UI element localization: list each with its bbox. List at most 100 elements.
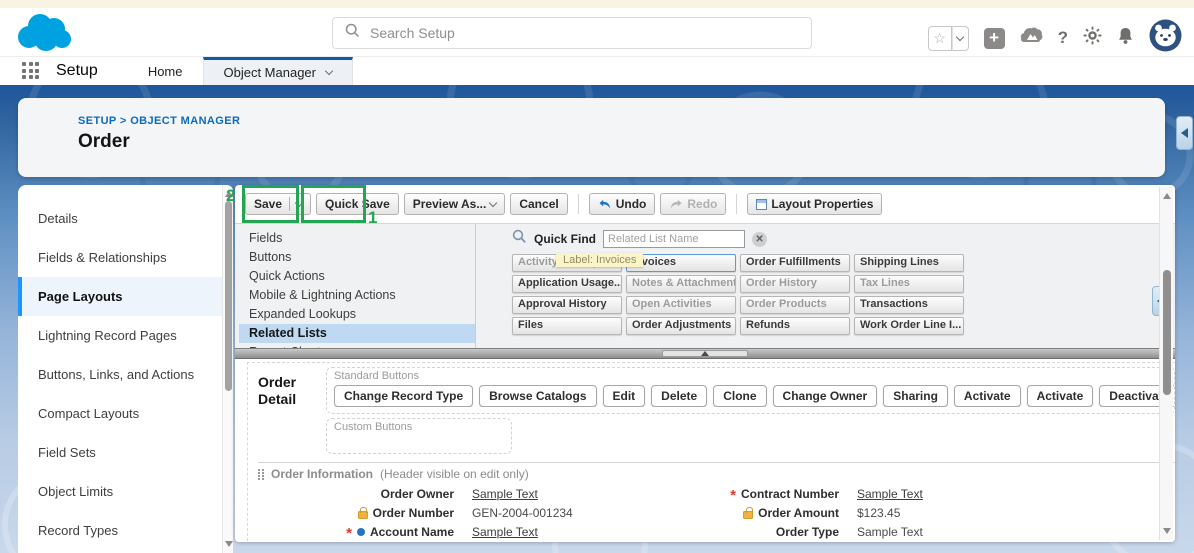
- category-mobile-lightning-actions[interactable]: Mobile & Lightning Actions: [239, 286, 475, 305]
- sidebar-item-buttons-links-actions[interactable]: Buttons, Links, and Actions: [18, 355, 222, 394]
- global-search-input[interactable]: [370, 25, 770, 41]
- sidebar-scrollbar-thumb[interactable]: [225, 201, 232, 391]
- quick-find-bar: Quick Find ✕: [512, 228, 1175, 250]
- palette-item[interactable]: Work Order Line I...: [854, 317, 964, 335]
- drag-handle-icon[interactable]: [258, 469, 264, 480]
- tab-home[interactable]: Home: [128, 57, 203, 85]
- field-value: GEN-2004-001234: [458, 506, 698, 520]
- notifications-bell-icon[interactable]: [1117, 27, 1134, 50]
- salesforce-setup-screen: ☆ + ? Setup Home Object Manager: [0, 0, 1194, 553]
- app-launcher-icon[interactable]: [22, 62, 40, 80]
- scroll-down-icon[interactable]: [225, 541, 233, 547]
- field-value: Sample Text: [843, 525, 1175, 539]
- lock-icon: [743, 511, 753, 519]
- undo-icon: [598, 199, 612, 210]
- redo-button[interactable]: Redo: [660, 193, 726, 215]
- category-related-lists[interactable]: Related Lists: [239, 324, 475, 343]
- salesforce-logo-icon[interactable]: [16, 12, 74, 57]
- layout-button[interactable]: Delete: [651, 385, 707, 407]
- category-fields[interactable]: Fields: [239, 229, 475, 248]
- setup-nav-bar: Setup Home Object Manager: [0, 57, 1194, 85]
- field-label[interactable]: Order Number: [258, 506, 458, 520]
- splitter-handle-icon[interactable]: [662, 350, 748, 357]
- category-expanded-lookups[interactable]: Expanded Lookups: [239, 305, 475, 324]
- section-divider: [258, 462, 1175, 463]
- field-label[interactable]: Order Amount: [698, 506, 843, 520]
- undo-label: Undo: [616, 197, 647, 211]
- category-quick-actions[interactable]: Quick Actions: [239, 267, 475, 286]
- fields-grid: Order Owner Sample Text *Contract Number…: [258, 484, 1175, 542]
- sidebar-item-compact-layouts[interactable]: Compact Layouts: [18, 394, 222, 433]
- help-icon[interactable]: ?: [1058, 28, 1068, 48]
- toolbar-divider: [578, 194, 579, 214]
- favorites-dropdown-icon[interactable]: [952, 26, 969, 51]
- editor-scrollbar[interactable]: [1159, 187, 1173, 540]
- avatar[interactable]: [1149, 19, 1182, 57]
- collapse-panel-toggle-top[interactable]: [1176, 116, 1193, 150]
- custom-buttons-zone: Custom Buttons: [326, 418, 512, 454]
- layout-button[interactable]: Change Owner: [773, 385, 878, 407]
- layout-properties-label: Layout Properties: [771, 197, 873, 211]
- palette-item[interactable]: Order Fulfillments: [740, 254, 850, 272]
- annotation-box-save: [242, 185, 299, 223]
- lock-icon: [358, 511, 368, 519]
- required-icon: *: [346, 529, 352, 539]
- field-label[interactable]: Order Type: [698, 525, 843, 539]
- scroll-up-icon[interactable]: [1163, 193, 1171, 199]
- quick-find-search-icon: [512, 229, 527, 249]
- sidebar-item-field-sets[interactable]: Field Sets: [18, 433, 222, 472]
- palette-item[interactable]: Application Usage...: [512, 275, 622, 293]
- category-buttons[interactable]: Buttons: [239, 248, 475, 267]
- favorite-star-icon[interactable]: ☆: [928, 26, 952, 51]
- tab-object-manager[interactable]: Object Manager: [203, 57, 354, 85]
- favorites-control[interactable]: ☆: [928, 26, 969, 51]
- field-label[interactable]: *Contract Number: [698, 487, 843, 501]
- sidebar-item-object-limits[interactable]: Object Limits: [18, 472, 222, 511]
- palette-item[interactable]: Approval History: [512, 296, 622, 314]
- cancel-button[interactable]: Cancel: [510, 193, 567, 215]
- guidance-center-icon[interactable]: [1020, 26, 1043, 50]
- layout-button[interactable]: Edit: [603, 385, 646, 407]
- field-value: $123.45: [843, 506, 1175, 520]
- sidebar-item-record-types[interactable]: Record Types: [18, 511, 222, 550]
- undo-button[interactable]: Undo: [589, 193, 656, 215]
- layout-button[interactable]: Clone: [713, 385, 766, 407]
- sidebar-item-page-layouts[interactable]: Page Layouts: [18, 277, 222, 316]
- hover-tooltip: Label: Invoices: [556, 253, 643, 267]
- sidebar-item-lightning-record-pages[interactable]: Lightning Record Pages: [18, 316, 222, 355]
- setup-gear-icon[interactable]: [1083, 26, 1102, 50]
- scroll-down-icon[interactable]: [1163, 528, 1171, 534]
- breadcrumb[interactable]: SETUP > OBJECT MANAGER: [78, 115, 1165, 127]
- layout-button[interactable]: Activate: [954, 385, 1021, 407]
- chevron-down-icon: [325, 67, 333, 75]
- required-icon: *: [730, 491, 736, 501]
- annotation-number-1: 1: [368, 208, 377, 228]
- field-label[interactable]: *Account Name: [258, 525, 458, 539]
- palette-item[interactable]: Order Adjustments: [626, 317, 736, 335]
- layout-button[interactable]: Sharing: [883, 385, 948, 407]
- sidebar-item-details[interactable]: Details: [18, 199, 222, 238]
- dependency-dot-icon: [357, 528, 365, 536]
- preview-as-button[interactable]: Preview As...: [404, 193, 506, 215]
- palette-item: Order Products: [740, 296, 850, 314]
- quick-find-input[interactable]: [603, 230, 745, 248]
- layout-button[interactable]: Activate: [1027, 385, 1094, 407]
- editor-scrollbar-thumb[interactable]: [1163, 270, 1171, 395]
- layout-button[interactable]: Change Record Type: [334, 385, 473, 407]
- palette-item[interactable]: Refunds: [740, 317, 850, 335]
- clear-icon[interactable]: ✕: [752, 232, 767, 247]
- layout-properties-button[interactable]: Layout Properties: [747, 193, 882, 215]
- global-add-icon[interactable]: +: [984, 28, 1005, 49]
- toolbar-divider: [736, 194, 737, 214]
- palette-item[interactable]: Shipping Lines: [854, 254, 964, 272]
- sidebar-scrollbar[interactable]: [222, 185, 233, 553]
- global-search[interactable]: [332, 17, 812, 49]
- palette-splitter[interactable]: [235, 348, 1175, 359]
- order-information-header[interactable]: Order Information (Header visible on edi…: [258, 467, 1175, 481]
- layout-button[interactable]: Browse Catalogs: [479, 385, 596, 407]
- sidebar-item-fields-relationships[interactable]: Fields & Relationships: [18, 238, 222, 277]
- detail-section: Order Detail Standard Buttons Change Rec…: [247, 362, 1175, 541]
- palette-item[interactable]: Files: [512, 317, 622, 335]
- palette-item[interactable]: Transactions: [854, 296, 964, 314]
- field-label[interactable]: Order Owner: [258, 487, 458, 501]
